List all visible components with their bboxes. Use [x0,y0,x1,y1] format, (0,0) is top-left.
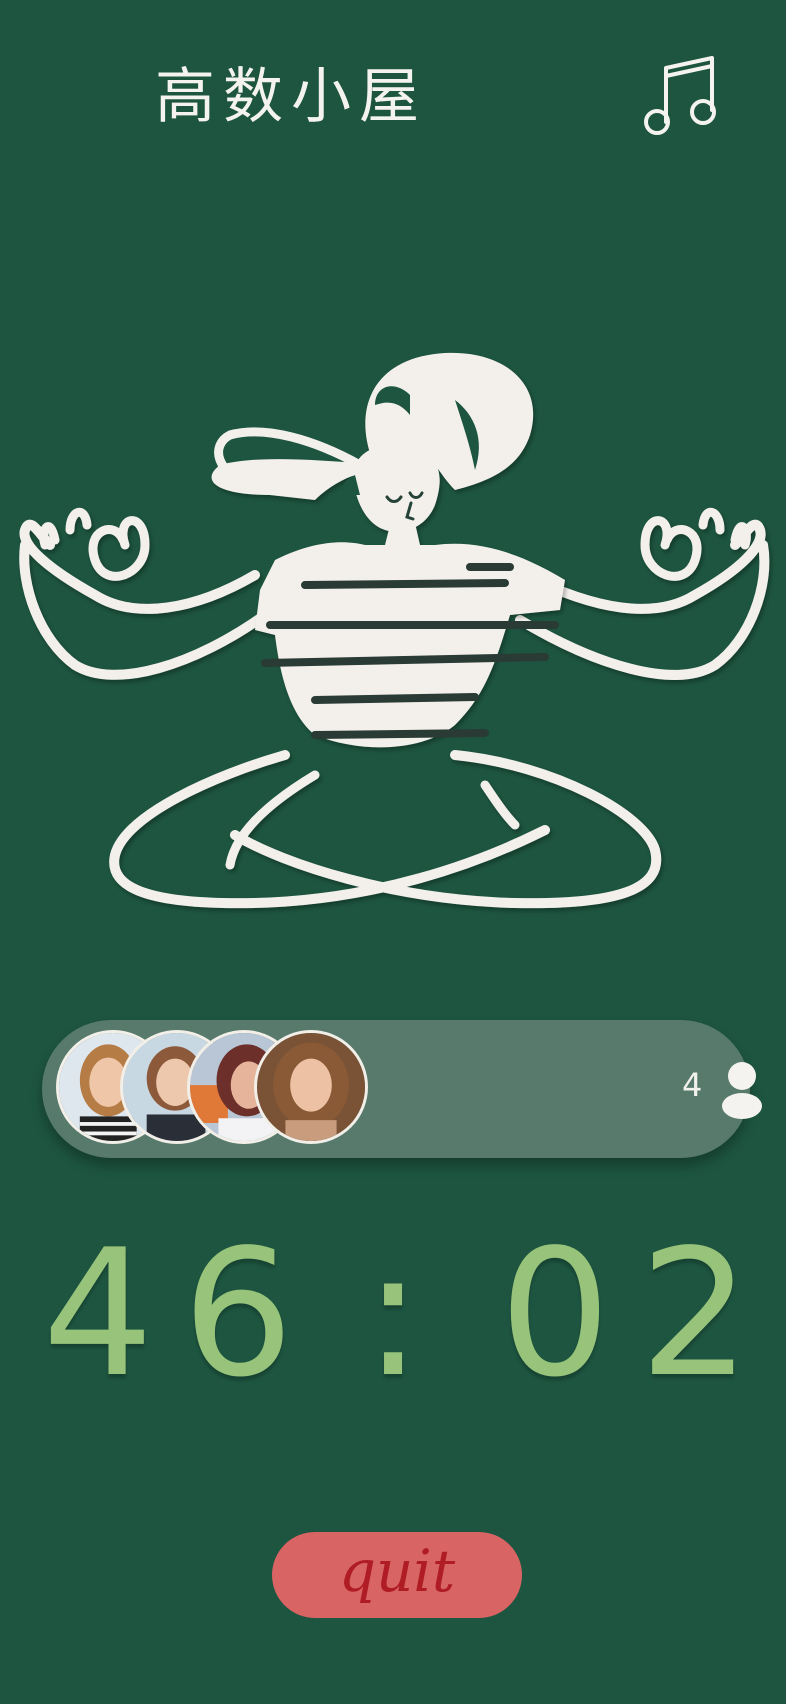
music-note-icon [644,56,716,135]
avatar[interactable] [254,1030,368,1144]
countdown-timer: 4 6 : 0 2 [0,1215,786,1415]
meditating-person-illustration [15,345,775,940]
quit-button-label: quit [338,1537,456,1605]
member-count: 4 [682,1066,703,1104]
person-icon [722,1062,762,1119]
timer-minutes-ones: 6 [182,1213,294,1416]
quit-button[interactable]: quit [272,1532,522,1618]
timer-separator: : [363,1213,423,1416]
music-button[interactable] [640,50,726,142]
timer-seconds-tens: 0 [499,1213,611,1416]
page-title: 高数小屋 [155,62,427,132]
avatar-photo [257,1033,365,1141]
timer-minutes-tens: 4 [42,1213,154,1416]
header: 高数小屋 [0,0,786,180]
timer-seconds-ones: 2 [639,1213,751,1416]
room-members-bar[interactable]: 4 [42,1020,762,1158]
